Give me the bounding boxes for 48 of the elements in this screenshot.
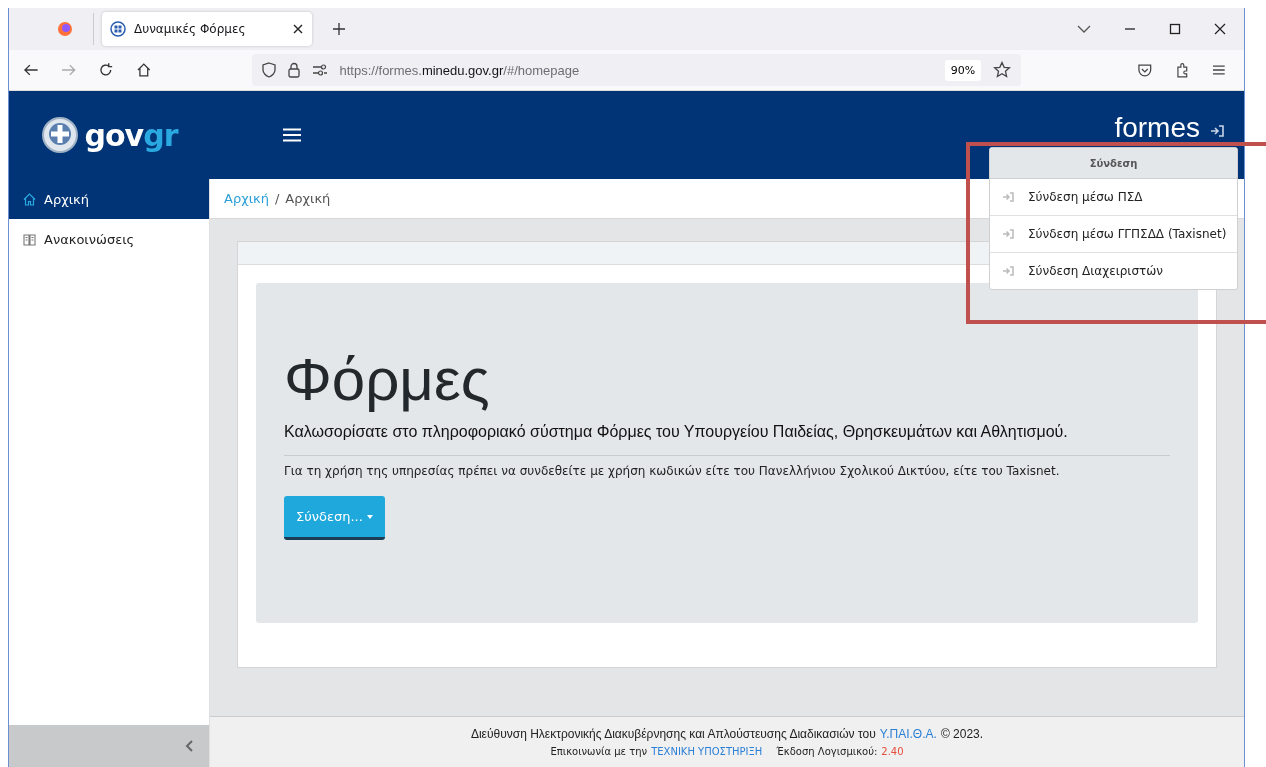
support-link[interactable]: ΤΕΧΝΙΚΗ ΥΠΟΣΤΗΡΙΞΗ bbox=[651, 746, 763, 757]
home-icon bbox=[23, 192, 36, 206]
version-label: Έκδοση Λογισμικού: bbox=[776, 746, 878, 757]
dropdown-item[interactable]: Σύνδεση μέσω ΓΓΠΣΔΔ (Taxisnet) bbox=[990, 216, 1237, 253]
reload-icon[interactable] bbox=[98, 62, 114, 78]
chevron-left-icon bbox=[185, 740, 193, 752]
sidebar-item[interactable]: Αρχική bbox=[9, 179, 209, 219]
lock-icon[interactable] bbox=[287, 62, 300, 78]
browser-tab[interactable]: Δυναμικές Φόρμες bbox=[102, 12, 312, 46]
page-title: Φόρμες bbox=[284, 345, 491, 415]
address-bar[interactable]: https://formes.minedu.gov.gr/#/homepage 90% bbox=[251, 54, 1022, 86]
copyright-text: © 2023. bbox=[940, 727, 984, 741]
star-icon[interactable] bbox=[993, 61, 1012, 79]
caret-icon bbox=[366, 514, 373, 519]
browser-logo-icon[interactable] bbox=[57, 21, 73, 37]
permissions-icon[interactable] bbox=[311, 64, 328, 76]
dropdown-item[interactable]: Σύνδεση μέσω ΠΣΔ bbox=[990, 179, 1237, 216]
new-tab-icon[interactable] bbox=[332, 22, 346, 36]
footer-text: Διεύθυνση Ηλεκτρονικής Διακυβέρνησης και Απλούστευσης Διαδικασιών του bbox=[470, 727, 876, 741]
shield-icon[interactable] bbox=[261, 62, 276, 78]
zoom-level[interactable]: 90% bbox=[944, 59, 982, 81]
tab-list-icon[interactable] bbox=[1077, 24, 1091, 34]
sidebar-item[interactable]: Ανακοινώσεις bbox=[9, 219, 209, 259]
login-icon[interactable] bbox=[1210, 125, 1224, 137]
breadcrumb-separator: / bbox=[274, 191, 280, 206]
contact-text: Επικοινωνία με την bbox=[550, 746, 648, 757]
close-icon[interactable] bbox=[1214, 23, 1226, 35]
home-icon[interactable] bbox=[135, 62, 152, 78]
back-arrow-icon[interactable] bbox=[23, 63, 39, 77]
breadcrumb-current: Αρχική bbox=[285, 191, 331, 206]
maximize-icon[interactable] bbox=[1169, 23, 1181, 35]
emblem-icon bbox=[40, 116, 79, 154]
govgr-logo[interactable]: govgr bbox=[84, 117, 178, 153]
dropdown-header: Σύνδεση bbox=[990, 148, 1237, 179]
login-icon bbox=[1002, 266, 1014, 276]
close-icon[interactable] bbox=[292, 23, 304, 35]
formes-logo[interactable]: formes bbox=[1114, 113, 1200, 143]
login-icon bbox=[1002, 229, 1014, 239]
book-icon bbox=[23, 232, 36, 246]
version-number: 2.40 bbox=[881, 746, 904, 757]
pocket-icon[interactable] bbox=[1137, 62, 1153, 78]
login-icon bbox=[1002, 192, 1014, 202]
footer-link[interactable]: Υ.ΠΑΙ.Θ.Α. bbox=[879, 727, 937, 741]
site-icon bbox=[110, 21, 126, 37]
info-text: Για τη χρήση της υπηρεσίας πρέπει να συνδεθείτε με χρήση κωδικών είτε του Πανελλήνιου Σχολικού Δικτύου, είτε του Taxisnet. bbox=[284, 464, 1061, 478]
url-text: https://formes.minedu.gov.gr/#/homepage bbox=[339, 62, 580, 78]
lead-text: Καλωσορίσατε στο πληροφοριακό σύστημα Φόρμες του Υπουργείου Παιδείας, Θρησκευμάτων και Αθλητισμού. bbox=[284, 423, 1069, 441]
dropdown-item[interactable]: Σύνδεση Διαχειριστών bbox=[990, 253, 1237, 289]
